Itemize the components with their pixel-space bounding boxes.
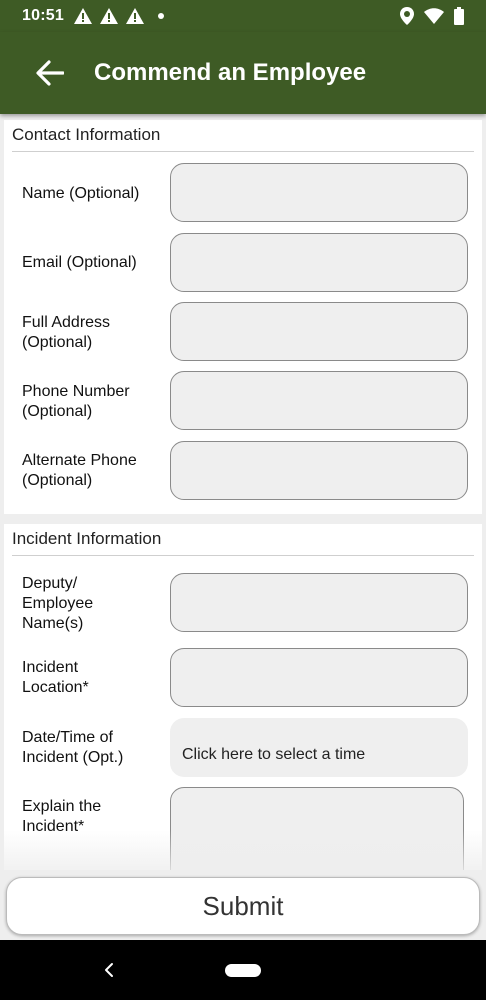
section-header: Incident Information	[12, 524, 474, 556]
dot-icon	[157, 13, 164, 19]
notification-icons	[73, 8, 164, 24]
employee-name-label: Deputy/ Employee Name(s)	[22, 575, 94, 632]
warning-icon	[99, 8, 118, 24]
submit-button[interactable]: Submit	[6, 877, 480, 935]
contact-information-card: Contact Information Name (Optional) Emai…	[4, 120, 482, 514]
address-label: Full Address (Optional)	[22, 314, 111, 351]
phone-input[interactable]	[170, 371, 468, 430]
incident-information-card: Incident Information Deputy/ Employee Na…	[4, 524, 482, 887]
explain-incident-label: Explain the Incident*	[22, 798, 102, 835]
incident-location-label: Incident Location*	[22, 659, 89, 696]
incident-location-input[interactable]	[170, 648, 468, 707]
battery-icon	[454, 7, 464, 25]
app-bar: Commend an Employee	[0, 32, 486, 114]
nav-back-icon[interactable]	[100, 958, 120, 982]
name-input[interactable]	[170, 163, 468, 222]
nav-home-pill[interactable]	[225, 964, 261, 977]
page-title: Commend an Employee	[94, 59, 367, 86]
employee-name-input[interactable]	[170, 573, 468, 632]
email-label: Email (Optional)	[22, 254, 137, 271]
email-input[interactable]	[170, 233, 468, 292]
phone-label: Phone Number (Optional)	[22, 383, 130, 420]
warning-icon	[73, 8, 92, 24]
name-label: Name (Optional)	[22, 185, 140, 202]
location-icon	[400, 7, 414, 25]
section-header: Contact Information	[12, 120, 474, 152]
incident-datetime-label: Date/Time of Incident (Opt.)	[22, 729, 124, 766]
system-icons	[400, 7, 464, 25]
arrow-back-icon	[36, 60, 64, 86]
submit-area: Submit	[0, 870, 486, 940]
status-bar: 10:51	[0, 0, 486, 32]
address-input[interactable]	[170, 302, 468, 361]
status-time: 10:51	[22, 7, 64, 24]
wifi-icon	[424, 8, 444, 24]
alternate-phone-input[interactable]	[170, 441, 468, 500]
back-button[interactable]	[20, 43, 80, 103]
select-time-button[interactable]: Click here to select a time	[170, 718, 468, 777]
warning-icon	[125, 8, 144, 24]
navigation-bar	[0, 940, 486, 1000]
alternate-phone-label: Alternate Phone (Optional)	[22, 452, 137, 489]
